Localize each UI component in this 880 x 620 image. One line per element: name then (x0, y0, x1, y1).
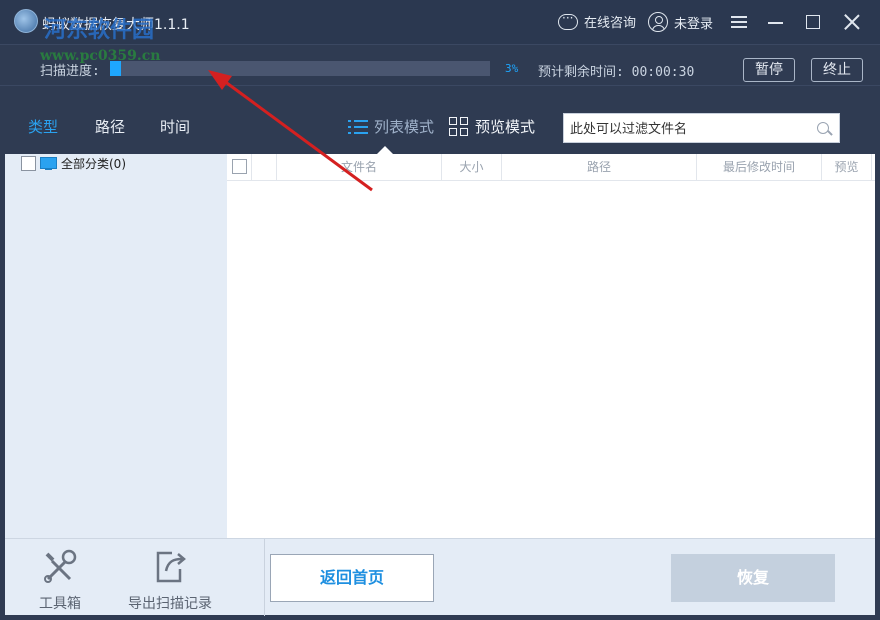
recover-button[interactable]: 恢复 (671, 554, 835, 602)
remaining-time: 预计剩余时间: 00:00:30 (538, 65, 695, 80)
app-window: 蚂蚁数据恢复大师1.1.1 河东软件园 在线咨询 未登录 扫描进度: 3% 预计… (0, 0, 880, 620)
toolbox-label: 工具箱 (39, 596, 81, 612)
preview-mode-label: 预览模式 (475, 118, 536, 136)
select-all-checkbox[interactable] (232, 159, 247, 174)
col-path[interactable]: 路径 (502, 154, 697, 181)
toolbox-button[interactable]: 工具箱 (10, 547, 110, 613)
list-icon (348, 119, 368, 135)
col-size[interactable]: 大小 (442, 154, 502, 181)
pause-button[interactable]: 暂停 (743, 58, 795, 82)
chat-icon (558, 11, 578, 30)
online-consult-label: 在线咨询 (584, 16, 637, 31)
search-icon[interactable] (817, 122, 829, 134)
bottom-bar: 工具箱 导出扫描记录 返回首页 恢复 (5, 538, 875, 616)
preview-mode-button[interactable]: 预览模式 (449, 116, 535, 137)
header-checkbox-cell (227, 154, 252, 181)
watermark-url: www.pc0359.cn (40, 48, 161, 64)
header-spacer (252, 154, 277, 181)
tab-time[interactable]: 时间 (160, 116, 190, 137)
filter-toolbar: 类型 路径 时间 列表模式 预览模式 (0, 86, 880, 154)
search-input[interactable] (570, 119, 805, 139)
menu-icon[interactable] (729, 12, 749, 32)
export-scan-label: 导出扫描记录 (128, 596, 212, 612)
search-box (563, 113, 840, 143)
maximize-icon[interactable] (806, 15, 820, 29)
list-mode-button[interactable]: 列表模式 (348, 116, 434, 137)
login-button[interactable]: 未登录 (648, 12, 713, 32)
close-icon[interactable] (842, 12, 862, 32)
monitor-icon (40, 156, 57, 171)
app-logo-icon (14, 9, 38, 33)
table-header: 文件名 大小 路径 最后修改时间 预览 (227, 154, 875, 181)
export-scan-button[interactable]: 导出扫描记录 (120, 547, 220, 613)
minimize-icon[interactable] (766, 12, 786, 32)
category-checkbox[interactable] (21, 156, 36, 171)
user-icon (648, 12, 668, 32)
online-consult-button[interactable]: 在线咨询 (558, 11, 637, 31)
tab-path[interactable]: 路径 (95, 116, 125, 137)
progress-percent: 3% (505, 62, 519, 75)
progress-track (110, 61, 490, 76)
grid-icon (449, 116, 469, 137)
tree-item-label: 全部分类(0) (61, 157, 126, 171)
col-modified[interactable]: 最后修改时间 (697, 154, 822, 181)
watermark-text: 河东软件园 (44, 17, 155, 43)
list-mode-label: 列表模式 (374, 118, 435, 136)
home-button[interactable]: 返回首页 (270, 554, 434, 602)
export-icon (150, 547, 190, 587)
file-table: 文件名 大小 路径 最后修改时间 预览 (227, 154, 875, 538)
wrench-icon (40, 547, 80, 587)
tree-item-all[interactable]: 全部分类(0) (21, 155, 126, 172)
col-filename[interactable]: 文件名 (277, 154, 442, 181)
bottom-divider (264, 539, 265, 616)
stop-button[interactable]: 终止 (811, 58, 863, 82)
tab-type[interactable]: 类型 (28, 116, 58, 137)
login-status-label: 未登录 (674, 16, 714, 32)
col-preview[interactable]: 预览 (822, 154, 872, 181)
category-panel: 全部分类(0) (5, 154, 227, 538)
mode-indicator-pointer (377, 146, 393, 154)
title-bar: 蚂蚁数据恢复大师1.1.1 河东软件园 在线咨询 未登录 (0, 0, 880, 44)
